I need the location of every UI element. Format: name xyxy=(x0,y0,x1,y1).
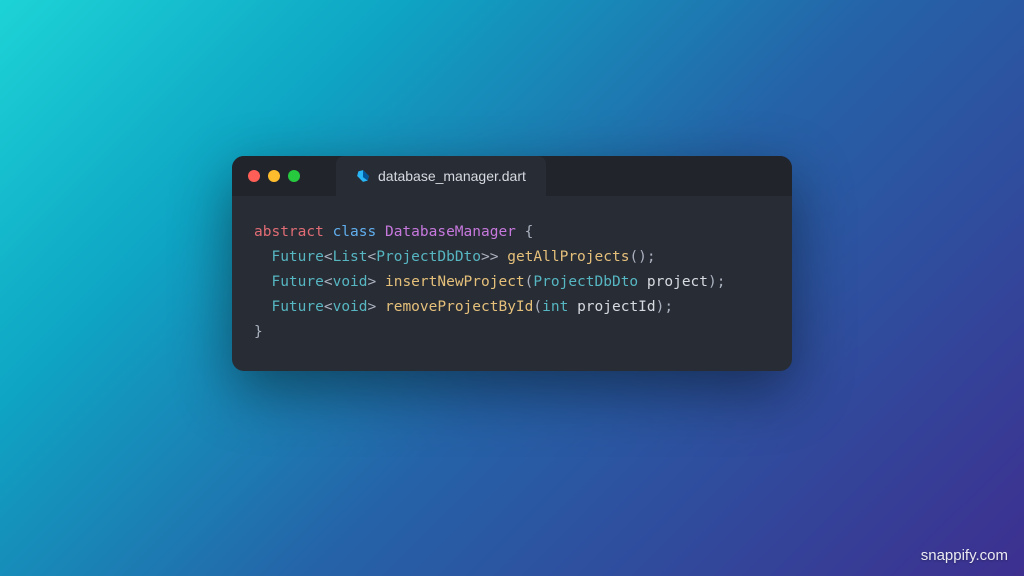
close-brace: } xyxy=(254,324,263,340)
file-tab[interactable]: database_manager.dart xyxy=(336,156,546,196)
type-future: Future xyxy=(271,274,323,290)
traffic-lights xyxy=(248,170,300,182)
method-remove: removeProjectById xyxy=(385,299,533,315)
open-brace: { xyxy=(516,224,533,240)
type-list: List xyxy=(333,249,368,265)
method-insert: insertNewProject xyxy=(385,274,525,290)
param-project: project xyxy=(647,274,708,290)
code-body: abstract class DatabaseManager { Future<… xyxy=(232,196,792,371)
type-future: Future xyxy=(271,299,323,315)
type-dto: ProjectDbDto xyxy=(376,249,481,265)
param-projectid: projectId xyxy=(577,299,656,315)
param-type-dto: ProjectDbDto xyxy=(533,274,638,290)
keyword-abstract: abstract xyxy=(254,224,324,240)
param-type-int: int xyxy=(542,299,568,315)
window-titlebar: database_manager.dart xyxy=(232,156,792,196)
method-getall: getAllProjects xyxy=(507,249,629,265)
dart-icon xyxy=(356,169,370,183)
minimize-icon[interactable] xyxy=(268,170,280,182)
class-name: DatabaseManager xyxy=(385,224,516,240)
tab-filename: database_manager.dart xyxy=(378,168,526,184)
type-future: Future xyxy=(271,249,323,265)
type-void: void xyxy=(333,299,368,315)
watermark: snappify.com xyxy=(921,547,1008,564)
maximize-icon[interactable] xyxy=(288,170,300,182)
type-void: void xyxy=(333,274,368,290)
close-icon[interactable] xyxy=(248,170,260,182)
keyword-class: class xyxy=(333,224,377,240)
code-window: database_manager.dart abstract class Dat… xyxy=(232,156,792,371)
